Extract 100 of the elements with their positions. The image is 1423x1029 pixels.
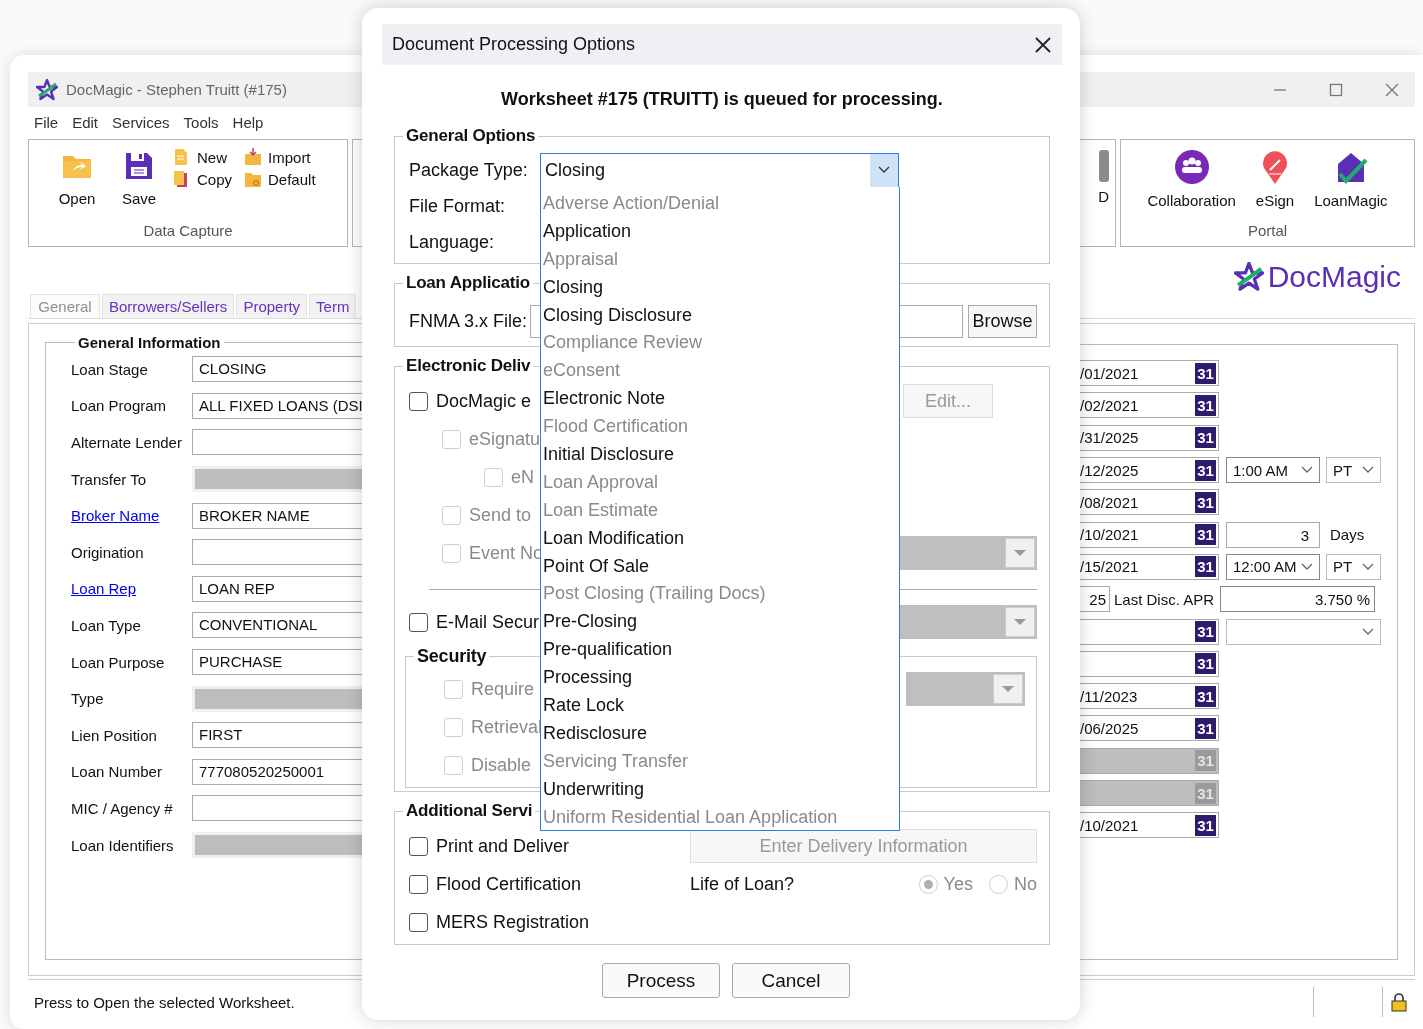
menu-item[interactable]: Services xyxy=(112,113,170,131)
dropdown-option[interactable]: Underwriting xyxy=(541,775,899,804)
menu-item[interactable]: Help xyxy=(232,113,264,131)
checkbox[interactable] xyxy=(409,612,428,632)
link[interactable]: Broker Name xyxy=(71,507,192,525)
number-field[interactable]: 3 xyxy=(1226,521,1320,548)
dropdown-option[interactable]: Rate Lock xyxy=(541,692,899,720)
toolbar-button[interactable]: Save xyxy=(111,148,167,209)
menu-item[interactable]: Tools xyxy=(183,113,219,131)
dropdown-option[interactable]: Point Of Sale xyxy=(541,552,899,581)
calendar-button[interactable]: 31 xyxy=(1195,653,1216,675)
date-field[interactable]: /01/2021 31 xyxy=(1080,360,1219,387)
checkbox-label: Send to xyxy=(469,504,532,526)
field-label: File Format: xyxy=(409,195,506,217)
caret-icon xyxy=(1362,562,1374,571)
caret-icon xyxy=(1013,618,1027,626)
dropdown-option[interactable]: Pre-qualification xyxy=(541,636,899,665)
dropdown-option[interactable]: Closing xyxy=(541,273,899,302)
checkbox[interactable] xyxy=(409,391,428,411)
close-icon xyxy=(1034,35,1052,54)
dropdown-option[interactable]: Closing Disclosure xyxy=(541,301,899,330)
dropdown-option[interactable]: Redisclosure xyxy=(541,719,899,748)
toolbar-button[interactable]: eSign xyxy=(1251,148,1299,211)
date-field[interactable]: /10/2021 31 xyxy=(1080,521,1219,548)
date-field[interactable]: /08/2021 31 xyxy=(1080,489,1219,516)
logo-icon xyxy=(1233,262,1264,292)
browse-button[interactable]: Browse xyxy=(968,304,1037,338)
calendar-button[interactable]: 31 xyxy=(1195,685,1216,707)
date-field[interactable]: /11/2023 31 xyxy=(1080,683,1219,710)
maximize-icon[interactable] xyxy=(1329,82,1343,97)
menu-item[interactable]: Edit xyxy=(72,113,99,131)
toolbar-button[interactable]: Collaboration xyxy=(1143,148,1240,211)
calendar-button[interactable]: 31 xyxy=(1195,362,1216,384)
dropdown-option[interactable]: Application xyxy=(541,217,899,246)
checkbox[interactable] xyxy=(409,912,428,932)
link[interactable]: Loan Rep xyxy=(71,580,192,598)
dialog-button[interactable]: Process xyxy=(602,963,720,998)
unit-label: Days xyxy=(1330,526,1365,544)
tab[interactable]: Borrowers/Sellers xyxy=(102,294,235,318)
toolbar-button[interactable]: Default xyxy=(244,170,316,188)
tab[interactable]: Term xyxy=(309,294,357,318)
dropdown-option[interactable]: Processing xyxy=(541,664,899,693)
dropdown-option[interactable]: Initial Disclosure xyxy=(541,441,899,469)
dropdown-option[interactable]: Loan Modification xyxy=(541,524,899,553)
caret-icon xyxy=(1301,562,1313,571)
date-field[interactable]: 31 xyxy=(1080,650,1219,677)
dropdown[interactable]: 1:00 AM xyxy=(1226,457,1320,484)
dialog-button[interactable]: Cancel xyxy=(732,963,850,998)
date-field[interactable]: 31 xyxy=(1080,618,1219,645)
checkbox-label: E-Mail Secur xyxy=(436,611,540,633)
group-title: Additional Servi xyxy=(405,800,534,822)
checkbox-label: Require xyxy=(471,678,535,700)
dropdown[interactable]: PT xyxy=(1326,457,1381,484)
caret-icon xyxy=(1013,549,1027,557)
calendar-button[interactable]: 31 xyxy=(1195,621,1216,642)
toolbar-button[interactable]: D xyxy=(1098,150,1115,205)
date-field[interactable]: /10/2021 31 xyxy=(1080,812,1219,839)
field-label: Loan Number xyxy=(71,763,163,781)
field-label: Loan Identifiers xyxy=(71,836,175,854)
toolbar-button[interactable]: New xyxy=(173,148,233,166)
checkbox-label: Print and Deliver xyxy=(436,835,570,857)
package-type-dropdown[interactable]: Closing xyxy=(540,152,899,188)
field-label: FNMA 3.x File: xyxy=(409,310,529,332)
calendar-button[interactable]: 31 xyxy=(1195,556,1216,578)
toolbar-button[interactable]: Copy xyxy=(173,170,233,188)
calendar-button[interactable]: 31 xyxy=(1195,427,1216,449)
caret-icon xyxy=(1362,466,1374,475)
group-label: Portal xyxy=(1247,222,1288,241)
logo-icon xyxy=(36,78,58,101)
checkbox-label: Retrieval xyxy=(471,716,543,738)
dropdown-option[interactable]: Electronic Note xyxy=(541,385,899,414)
toolbar-button[interactable]: Open xyxy=(49,148,105,209)
tab[interactable]: Property xyxy=(236,294,308,318)
dropdown[interactable]: PT xyxy=(1326,553,1381,580)
group-title: Security xyxy=(416,645,488,667)
checkbox[interactable] xyxy=(409,836,428,856)
toolbar-button[interactable]: LoanMagic xyxy=(1310,148,1392,211)
caret-icon xyxy=(878,166,890,174)
field-label: Lien Position xyxy=(71,726,158,744)
date-field[interactable]: /06/2025 31 xyxy=(1080,715,1219,742)
dropdown[interactable] xyxy=(1226,618,1381,645)
calendar-button[interactable]: 31 xyxy=(1195,459,1216,481)
calendar-button[interactable]: 31 xyxy=(1195,524,1216,546)
toolbar-button[interactable]: Import xyxy=(244,148,316,166)
dropdown-option[interactable]: Pre-Closing xyxy=(541,608,899,637)
calendar-button[interactable]: 31 xyxy=(1195,814,1216,836)
menu-item[interactable]: File xyxy=(34,113,59,131)
date-field[interactable]: /15/2021 31 xyxy=(1080,553,1219,580)
number-field[interactable]: 3.750 % xyxy=(1220,586,1375,613)
calendar-button[interactable]: 31 xyxy=(1195,394,1216,416)
brand-name: DocMagic xyxy=(1267,260,1401,294)
close-icon[interactable] xyxy=(1385,82,1399,97)
field-label: MIC / Agency # xyxy=(71,799,174,817)
date-field[interactable]: /12/2025 31 xyxy=(1080,457,1219,484)
calendar-button[interactable]: 31 xyxy=(1195,717,1216,739)
checkbox[interactable] xyxy=(409,874,428,894)
date-field[interactable]: /31/2025 31 xyxy=(1080,424,1219,451)
dropdown[interactable]: 12:00 AM xyxy=(1226,553,1320,580)
calendar-button[interactable]: 31 xyxy=(1195,491,1216,513)
date-field[interactable]: /02/2021 31 xyxy=(1080,392,1219,419)
